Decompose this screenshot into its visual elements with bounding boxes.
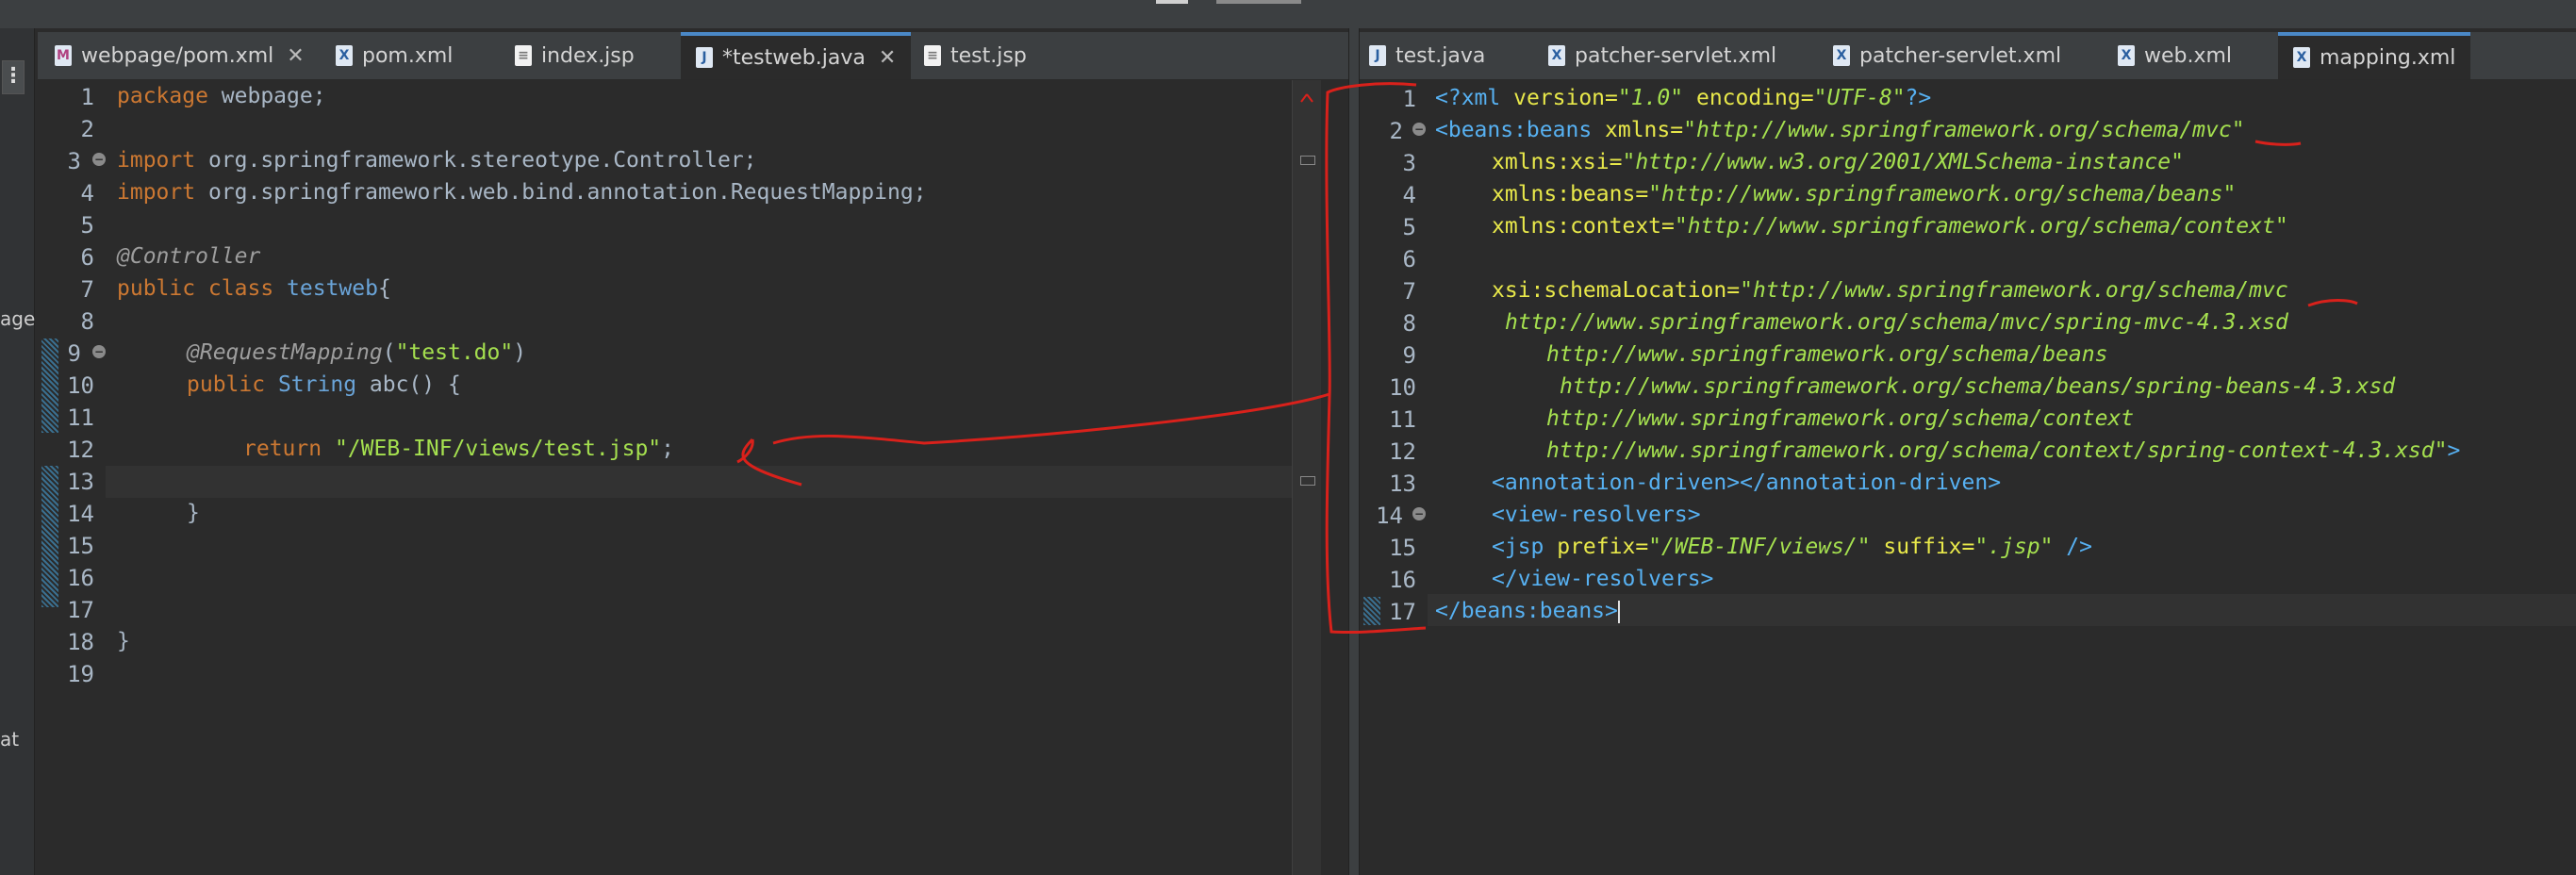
annotation-overlay xyxy=(736,82,2358,635)
annotation-arrow-head xyxy=(736,438,802,487)
annotation-arrow-line xyxy=(772,392,1330,445)
annotation-tick xyxy=(1300,93,1313,103)
annotation-underline xyxy=(2254,140,2302,146)
annotation-bracket xyxy=(1325,82,1427,635)
annotation-underline xyxy=(2307,299,2358,307)
